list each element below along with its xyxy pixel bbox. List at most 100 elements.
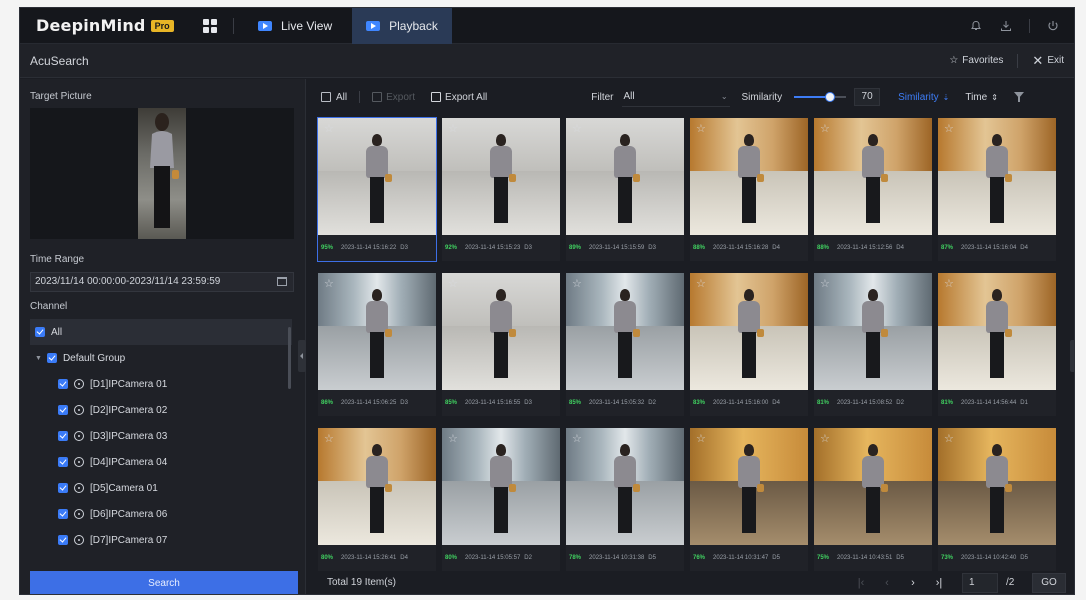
camera-row[interactable]: [D5]Camera 01 xyxy=(30,475,292,501)
camera-row[interactable]: [D2]IPCamera 02 xyxy=(30,397,292,423)
result-card[interactable]: ☆ 86% 2023-11-14 15:06:25 D3 xyxy=(318,273,436,416)
export-all-button[interactable]: Export All xyxy=(431,92,487,103)
camera-row[interactable]: [D3]IPCamera 03 xyxy=(30,423,292,449)
favorite-star-icon[interactable]: ☆ xyxy=(324,277,334,290)
favorite-star-icon[interactable]: ☆ xyxy=(944,432,954,445)
target-picture-box[interactable] xyxy=(30,108,294,239)
channel-all-row[interactable]: All xyxy=(30,319,292,345)
similarity-slider[interactable] xyxy=(794,91,847,103)
download-icon[interactable] xyxy=(999,19,1013,33)
sort-by-time[interactable]: Time ⇕ xyxy=(965,92,998,103)
result-thumbnail[interactable]: ☆ xyxy=(442,273,560,390)
checkbox-checked-icon[interactable] xyxy=(58,431,68,441)
checkbox-checked-icon[interactable] xyxy=(58,379,68,389)
exit-button[interactable]: ✕ Exit xyxy=(1032,53,1064,69)
result-thumbnail[interactable]: ☆ xyxy=(566,428,684,545)
favorite-star-icon[interactable]: ☆ xyxy=(572,432,582,445)
favorite-star-icon[interactable]: ☆ xyxy=(696,432,706,445)
result-card[interactable]: ☆ 75% 2023-11-14 10:43:51 D5 xyxy=(814,428,932,571)
checkbox-checked-icon[interactable] xyxy=(58,483,68,493)
result-card[interactable]: ☆ 76% 2023-11-14 10:31:47 D5 xyxy=(690,428,808,571)
next-page-icon[interactable]: › xyxy=(900,577,926,589)
result-thumbnail[interactable]: ☆ xyxy=(690,428,808,545)
page-number-input[interactable]: 1 xyxy=(962,572,998,593)
checkbox-checked-icon[interactable] xyxy=(58,535,68,545)
collapse-panel-handle[interactable] xyxy=(298,340,306,372)
favorite-star-icon[interactable]: ☆ xyxy=(324,122,334,135)
checkbox-checked-icon[interactable] xyxy=(58,509,68,519)
chevron-down-icon[interactable]: ▼ xyxy=(35,355,42,362)
checkbox-checked-icon[interactable] xyxy=(46,353,57,363)
apps-grid-icon[interactable] xyxy=(203,18,217,33)
export-button[interactable]: Export xyxy=(372,92,415,103)
result-thumbnail[interactable]: ☆ xyxy=(442,428,560,545)
favorite-star-icon[interactable]: ☆ xyxy=(820,122,830,135)
result-thumbnail[interactable]: ☆ xyxy=(938,273,1056,390)
result-thumbnail[interactable]: ☆ xyxy=(938,428,1056,545)
camera-row[interactable]: [D6]IPCamera 06 xyxy=(30,501,292,527)
result-thumbnail[interactable]: ☆ xyxy=(690,273,808,390)
go-button[interactable]: GO xyxy=(1032,572,1066,593)
result-thumbnail[interactable]: ☆ xyxy=(938,118,1056,235)
result-thumbnail[interactable]: ☆ xyxy=(814,428,932,545)
result-thumbnail[interactable]: ☆ xyxy=(566,273,684,390)
favorite-star-icon[interactable]: ☆ xyxy=(572,277,582,290)
result-card[interactable]: ☆ 88% 2023-11-14 15:12:56 D4 xyxy=(814,118,932,261)
similarity-value-input[interactable]: 70 xyxy=(854,88,881,106)
result-thumbnail[interactable]: ☆ xyxy=(566,118,684,235)
time-range-field[interactable]: 2023/11/14 00:00:00-2023/11/14 23:59:59 xyxy=(30,272,294,292)
favorite-star-icon[interactable]: ☆ xyxy=(448,122,458,135)
camera-row[interactable]: [D4]IPCamera 04 xyxy=(30,449,292,475)
camera-row[interactable]: [D1]IPCamera 01 xyxy=(30,371,292,397)
favorite-star-icon[interactable]: ☆ xyxy=(696,277,706,290)
result-card[interactable]: ☆ 73% 2023-11-14 10:42:40 D5 xyxy=(938,428,1056,571)
result-thumbnail[interactable]: ☆ xyxy=(814,118,932,235)
result-card[interactable]: ☆ 85% 2023-11-14 15:05:32 D2 xyxy=(566,273,684,416)
favorite-star-icon[interactable]: ☆ xyxy=(448,277,458,290)
default-group-row[interactable]: ▼ Default Group xyxy=(30,345,292,371)
result-thumbnail[interactable]: ☆ xyxy=(318,273,436,390)
result-card[interactable]: ☆ 89% 2023-11-14 15:15:59 D3 xyxy=(566,118,684,261)
favorite-star-icon[interactable]: ☆ xyxy=(944,277,954,290)
checkbox-checked-icon[interactable] xyxy=(58,405,68,415)
slider-handle[interactable] xyxy=(825,92,836,102)
result-card[interactable]: ☆ 78% 2023-11-14 10:31:38 D5 xyxy=(566,428,684,571)
search-button[interactable]: Search xyxy=(30,571,298,594)
result-card[interactable]: ☆ 95% 2023-11-14 15:16:22 D3 xyxy=(317,117,437,262)
camera-row[interactable]: [D7]IPCamera 07 xyxy=(30,527,292,552)
first-page-icon[interactable]: |‹ xyxy=(848,577,874,589)
result-card[interactable]: ☆ 87% 2023-11-14 15:16:04 D4 xyxy=(938,118,1056,261)
prev-page-icon[interactable]: ‹ xyxy=(874,577,900,589)
last-page-icon[interactable]: ›| xyxy=(926,577,952,589)
result-card[interactable]: ☆ 81% 2023-11-14 14:56:44 D1 xyxy=(938,273,1056,416)
power-icon[interactable] xyxy=(1046,19,1060,33)
favorite-star-icon[interactable]: ☆ xyxy=(944,122,954,135)
filter-select[interactable]: All ⌄ xyxy=(621,87,730,107)
favorite-star-icon[interactable]: ☆ xyxy=(820,432,830,445)
result-card[interactable]: ☆ 81% 2023-11-14 15:08:52 D2 xyxy=(814,273,932,416)
select-all-checkbox[interactable]: All xyxy=(321,92,347,103)
result-thumbnail[interactable]: ☆ xyxy=(318,428,436,545)
checkbox-checked-icon[interactable] xyxy=(58,457,68,467)
tab-playback[interactable]: Playback xyxy=(352,8,452,44)
favorite-star-icon[interactable]: ☆ xyxy=(448,432,458,445)
expand-panel-handle[interactable] xyxy=(1070,340,1074,372)
result-card[interactable]: ☆ 80% 2023-11-14 15:05:57 D2 xyxy=(442,428,560,571)
result-thumbnail[interactable]: ☆ xyxy=(442,118,560,235)
result-thumbnail[interactable]: ☆ xyxy=(690,118,808,235)
favorite-star-icon[interactable]: ☆ xyxy=(572,122,582,135)
channel-scrollbar[interactable] xyxy=(288,327,291,389)
checkbox-unchecked-icon[interactable] xyxy=(321,92,331,102)
result-card[interactable]: ☆ 88% 2023-11-14 15:16:28 D4 xyxy=(690,118,808,261)
result-card[interactable]: ☆ 80% 2023-11-14 15:26:41 D4 xyxy=(318,428,436,571)
favorite-star-icon[interactable]: ☆ xyxy=(820,277,830,290)
result-card[interactable]: ☆ 83% 2023-11-14 15:16:00 D4 xyxy=(690,273,808,416)
result-card[interactable]: ☆ 85% 2023-11-14 15:16:55 D3 xyxy=(442,273,560,416)
sort-by-similarity[interactable]: Similarity ⇣ xyxy=(898,92,949,103)
filter-funnel-icon[interactable] xyxy=(1013,92,1024,102)
checkbox-checked-icon[interactable] xyxy=(35,327,45,337)
favorites-button[interactable]: ☆ Favorites xyxy=(949,55,1003,66)
calendar-icon[interactable] xyxy=(277,277,287,286)
bell-icon[interactable] xyxy=(969,19,983,33)
favorite-star-icon[interactable]: ☆ xyxy=(696,122,706,135)
